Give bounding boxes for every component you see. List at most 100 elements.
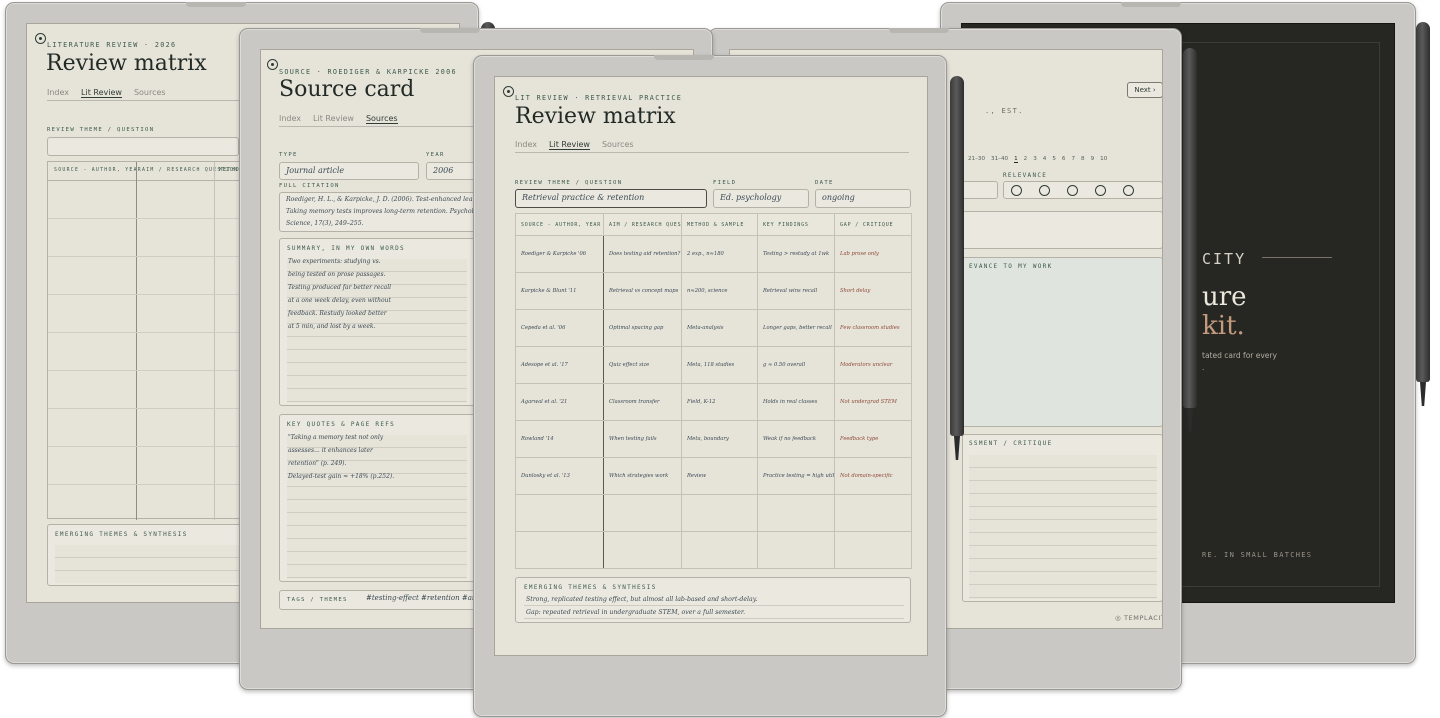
table-cell[interactable] <box>681 494 758 532</box>
tab-index[interactable]: Index <box>515 140 537 149</box>
eyebrow: SOURCE · ROEDIGER & KARPICKE 2006 <box>279 68 457 76</box>
rating-circle-5[interactable] <box>1123 185 1134 196</box>
tab-lit-review[interactable]: Lit Review <box>81 88 122 98</box>
rating-circle-4[interactable] <box>1095 185 1106 196</box>
table-cell[interactable]: Few classroom studies <box>834 309 912 347</box>
page-link[interactable]: 31–40 <box>991 156 1008 162</box>
table-row <box>515 531 912 569</box>
table-cell[interactable]: Moderators unclear <box>834 346 912 384</box>
tab-sources[interactable]: Sources <box>365 114 398 124</box>
table-cell[interactable]: Field, K-12 <box>681 383 758 421</box>
tab-index[interactable]: Index <box>47 88 69 97</box>
table-cell[interactable]: Feedback type <box>834 420 912 458</box>
quote-line: retention" (p. 249). <box>288 460 347 467</box>
table-cell[interactable]: Practice testing = high utility <box>757 457 835 495</box>
table-cell[interactable]: Review <box>681 457 758 495</box>
table-cell[interactable]: Holds in real classes <box>757 383 835 421</box>
table-cell[interactable]: Karpicke & Blunt '11 <box>515 272 604 310</box>
table-cell[interactable]: Meta, boundary <box>681 420 758 458</box>
emerging-line: Strong, replicated testing effect, but a… <box>526 596 758 603</box>
stylus-front[interactable] <box>950 76 964 436</box>
table-cell[interactable]: 2 exp., n≈180 <box>681 235 758 273</box>
tab-index[interactable]: Index <box>279 114 301 123</box>
home-icon[interactable] <box>267 59 278 70</box>
field-input[interactable]: Ed. psychology <box>713 189 809 208</box>
table-cell[interactable]: Quiz effect size <box>603 346 682 384</box>
stylus-back-right[interactable] <box>1183 48 1197 408</box>
page-link[interactable]: 3 <box>1033 156 1037 162</box>
page-link[interactable]: 7 <box>1071 156 1075 162</box>
rating-circle-1[interactable] <box>1011 185 1022 196</box>
est-label: ., EST. <box>985 107 1024 115</box>
table-cell[interactable]: Not undergrad STEM <box>834 383 912 421</box>
notes-box[interactable] <box>962 211 1162 249</box>
page-link[interactable]: 1 <box>1014 156 1018 163</box>
rating-circle-3[interactable] <box>1067 185 1078 196</box>
table-cell[interactable]: When testing fails <box>603 420 682 458</box>
page-link[interactable]: 2 <box>1024 156 1028 162</box>
page-link[interactable]: 8 <box>1081 156 1085 162</box>
theme-input[interactable]: Retrieval practice & retention <box>515 189 707 208</box>
citation-line: Taking memory tests improves long-term r… <box>286 208 493 215</box>
tab-lit-review[interactable]: Lit Review <box>549 140 590 150</box>
table-cell[interactable]: Short delay <box>834 272 912 310</box>
table-cell[interactable] <box>603 494 682 532</box>
page-link[interactable]: 9 <box>1091 156 1095 162</box>
table-cell[interactable] <box>834 494 912 532</box>
table-cell[interactable] <box>757 531 835 569</box>
table-cell[interactable]: Longer gaps, better recall <box>757 309 835 347</box>
stylus-far-right[interactable] <box>1416 22 1430 382</box>
rating-circle-2[interactable] <box>1039 185 1050 196</box>
table-cell[interactable]: g ≈ 0.50 overall <box>757 346 835 384</box>
table-cell[interactable] <box>515 531 604 569</box>
tab-sources[interactable]: Sources <box>134 88 166 97</box>
theme-label: REVIEW THEME / QUESTION <box>47 127 155 133</box>
table-cell[interactable]: Dunlosky et al. '13 <box>515 457 604 495</box>
page-link[interactable]: 6 <box>1062 156 1066 162</box>
table-cell[interactable]: Optimal spacing gap <box>603 309 682 347</box>
table-cell[interactable]: Meta, 118 studies <box>681 346 758 384</box>
page-link[interactable]: 10 <box>1100 156 1107 162</box>
date-value: ongoing <box>822 193 855 202</box>
table-cell[interactable]: Weak if no feedback <box>757 420 835 458</box>
headline-2: kit. <box>1202 311 1245 341</box>
table-cell[interactable]: Which strategies work <box>603 457 682 495</box>
table-cell[interactable] <box>603 531 682 569</box>
table-cell[interactable]: Retrieval wins recall <box>757 272 835 310</box>
next-button[interactable]: Next › <box>1127 82 1162 98</box>
table-cell[interactable]: Does testing aid retention? <box>603 235 682 273</box>
table-cell[interactable]: Meta-analysis <box>681 309 758 347</box>
table-cell[interactable]: Adesope et al. '17 <box>515 346 604 384</box>
type-field[interactable]: Journal article <box>279 162 419 180</box>
headline-1: ure <box>1202 282 1247 312</box>
tab-bar: Index Lit Review Sources <box>47 88 178 98</box>
page-link[interactable]: 21–30 <box>968 156 985 162</box>
table-cell[interactable]: Rowland '14 <box>515 420 604 458</box>
tab-lit-review[interactable]: Lit Review <box>313 114 354 123</box>
date-input[interactable]: ongoing <box>815 189 911 208</box>
page-link[interactable]: 4 <box>1043 156 1047 162</box>
field-label: FIELD <box>713 180 737 186</box>
table-cell[interactable]: Classroom transfer <box>603 383 682 421</box>
table-cell[interactable]: Agarwal et al. '21 <box>515 383 604 421</box>
table-cell[interactable] <box>515 494 604 532</box>
table-cell[interactable] <box>757 494 835 532</box>
table-cell[interactable]: Retrieval vs concept maps <box>603 272 682 310</box>
table-cell[interactable] <box>834 531 912 569</box>
table-row: Cepeda et al. '06 Optimal spacing gap Meta… <box>515 309 912 347</box>
table-cell[interactable]: Testing > restudy at 1wk <box>757 235 835 273</box>
table-cell[interactable]: Cepeda et al. '06 <box>515 309 604 347</box>
home-icon[interactable] <box>503 86 514 97</box>
table-cell[interactable]: Roediger & Karpicke '06 <box>515 235 604 273</box>
theme-input[interactable] <box>47 137 239 156</box>
page-link[interactable]: 5 <box>1052 156 1056 162</box>
table-cell[interactable]: Lab prose only <box>834 235 912 273</box>
home-icon[interactable] <box>35 33 46 44</box>
eyebrow: LITERATURE REVIEW · 2026 <box>47 41 177 49</box>
table-cell[interactable]: Not domain-specific <box>834 457 912 495</box>
summary-line: Testing produced far better recall <box>288 284 392 291</box>
table-cell[interactable]: n≈200, science <box>681 272 758 310</box>
table-cell[interactable] <box>681 531 758 569</box>
tab-sources[interactable]: Sources <box>602 140 634 149</box>
summary-line: feedback. Restudy looked better <box>288 310 387 317</box>
